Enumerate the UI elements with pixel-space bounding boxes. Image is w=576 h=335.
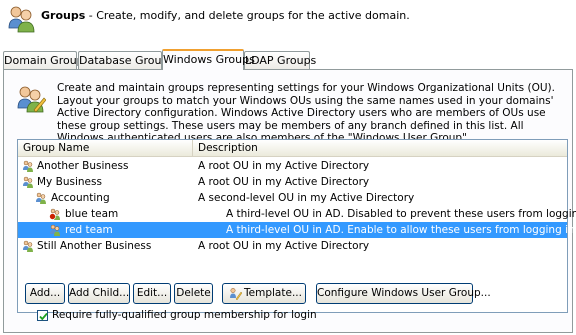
delete-button[interactable]: Delete	[174, 283, 213, 304]
table-row[interactable]: Another Business A root OU in my Active …	[18, 158, 567, 174]
page-header: Groups - Create, modify, and delete grou…	[0, 0, 576, 44]
group-name: blue team	[65, 208, 119, 220]
table-row-selected[interactable]: red team A third-level OU in AD. Enable …	[18, 222, 576, 238]
group-icon	[23, 240, 33, 252]
group-name: My Business	[37, 176, 102, 188]
page-title: Groups - Create, modify, and delete grou…	[41, 9, 410, 22]
group-description: A second-level OU in my Active Directory	[198, 192, 415, 204]
table-row[interactable]: blue team A third-level OU in AD. Disabl…	[18, 206, 576, 222]
template-button[interactable]: Template...	[222, 283, 306, 304]
template-icon	[230, 288, 242, 300]
group-description: A third-level OU in AD. Enable to allow …	[226, 224, 576, 236]
add-button[interactable]: Add...	[25, 283, 65, 304]
group-description: A third-level OU in AD. Disabled to prev…	[226, 208, 576, 220]
group-name: Another Business	[37, 160, 129, 172]
require-fq-membership-checkbox[interactable]	[37, 310, 48, 321]
checkmark-icon	[39, 312, 48, 321]
group-description: A root OU in my Active Directory	[198, 176, 370, 188]
intro-description: Create and maintain groups representing …	[57, 82, 555, 144]
page-description: - Create, modify, and delete groups for …	[85, 9, 410, 22]
group-name: Still Another Business	[37, 240, 152, 252]
tab-database-groups[interactable]: Database Groups	[78, 51, 174, 69]
list-header: Group Name Description	[18, 140, 567, 157]
table-row[interactable]: Still Another Business A root OU in my A…	[18, 238, 567, 254]
edit-groups-icon	[17, 86, 46, 113]
column-header-group-name[interactable]: Group Name	[18, 140, 193, 157]
group-icon	[23, 176, 33, 188]
tab-windows-groups[interactable]: Windows Groups	[162, 49, 255, 70]
group-icon	[23, 160, 33, 172]
template-button-label: Template...	[244, 287, 302, 299]
configure-windows-user-group-button[interactable]: Configure Windows User Group...	[316, 283, 491, 304]
edit-button[interactable]: Edit...	[133, 283, 171, 304]
tab-domain-groups[interactable]: Domain Groups	[3, 51, 89, 69]
groups-icon	[8, 6, 35, 33]
require-fq-membership-label: Require fully-qualified group membership…	[52, 309, 317, 321]
group-description: A root OU in my Active Directory	[198, 240, 370, 252]
group-icon	[50, 224, 60, 236]
group-icon	[36, 192, 46, 204]
group-name: red team	[65, 224, 113, 236]
column-header-description[interactable]: Description	[193, 140, 567, 157]
page-title-text: Groups	[41, 9, 86, 22]
table-row[interactable]: My Business A root OU in my Active Direc…	[18, 174, 567, 190]
add-child-button[interactable]: Add Child...	[68, 283, 130, 304]
group-description: A root OU in my Active Directory	[198, 160, 370, 172]
table-row[interactable]: Accounting A second-level OU in my Activ…	[18, 190, 567, 206]
disabled-group-icon	[49, 208, 60, 220]
group-name: Accounting	[51, 192, 110, 204]
